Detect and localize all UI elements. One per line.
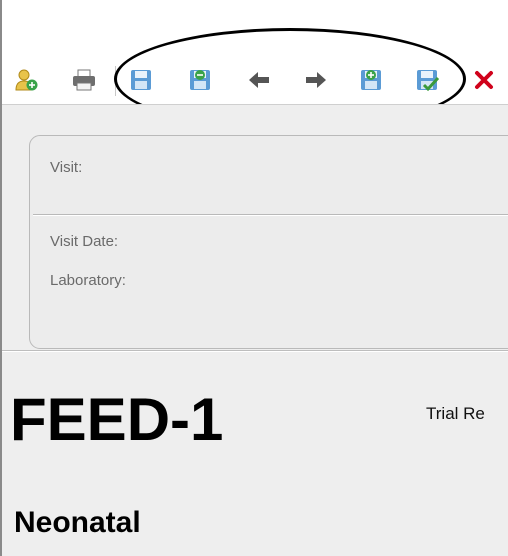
card-divider <box>33 214 508 216</box>
toolbar-separator <box>115 66 116 96</box>
previous-arrow-icon[interactable] <box>247 68 271 92</box>
trial-text: Trial Re <box>426 404 485 423</box>
section-divider <box>2 350 508 352</box>
close-icon[interactable] <box>472 68 496 92</box>
laboratory-label: Laboratory: <box>50 272 126 289</box>
print-icon[interactable] <box>72 68 96 92</box>
section-title: Neonatal <box>14 506 141 539</box>
form-code-title: FEED-1 <box>10 386 224 453</box>
save-icon[interactable] <box>129 68 153 92</box>
save-and-check-icon[interactable] <box>415 68 440 92</box>
form-content: Visit: Visit Date: Laboratory: <box>2 104 508 556</box>
add-record-icon[interactable] <box>359 68 383 92</box>
toolbar <box>2 58 508 104</box>
visit-info-card: Visit: Visit Date: Laboratory: <box>29 135 508 349</box>
visit-date-label: Visit Date: <box>50 233 119 250</box>
add-patient-icon[interactable] <box>14 68 38 92</box>
visit-label: Visit: <box>50 159 83 176</box>
delete-record-icon[interactable] <box>188 68 212 92</box>
next-arrow-icon[interactable] <box>304 68 328 92</box>
